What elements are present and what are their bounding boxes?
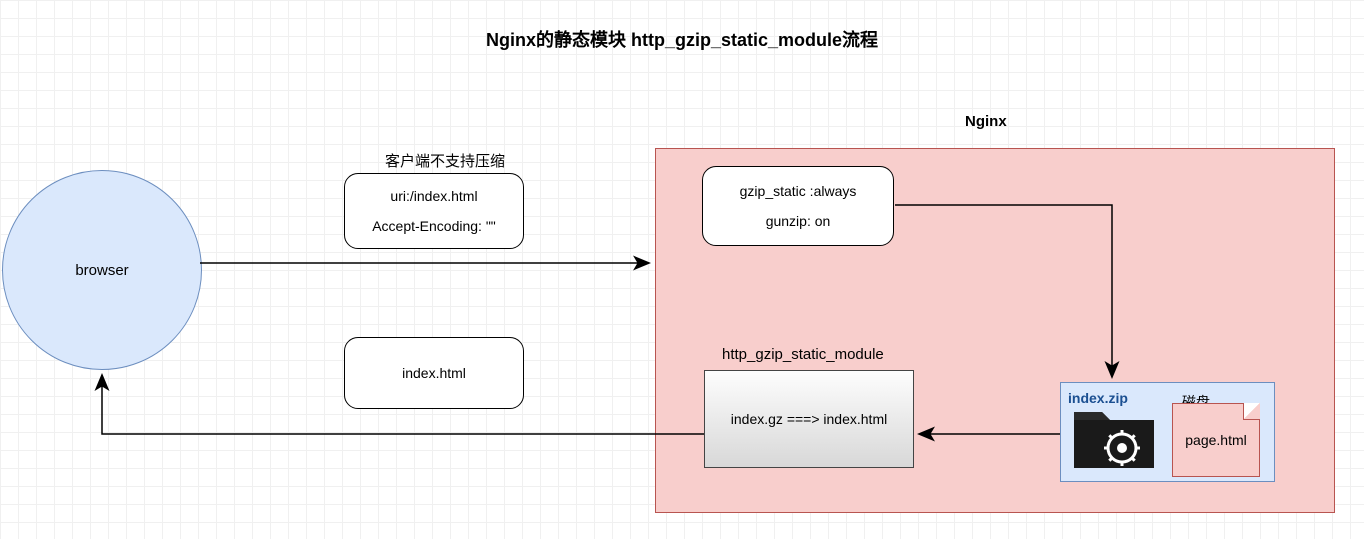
diagram-title: Nginx的静态模块 http_gzip_static_module流程 xyxy=(486,26,878,52)
request-uri: uri:/index.html xyxy=(390,188,477,204)
browser-label: browser xyxy=(75,262,128,279)
module-box: index.gz ===> index.html xyxy=(704,370,914,468)
folder-icon xyxy=(1072,400,1158,472)
client-note: 客户端不支持压缩 xyxy=(385,150,505,171)
config-gunzip: gunzip: on xyxy=(766,213,831,229)
nginx-label: Nginx xyxy=(965,113,1007,130)
config-gzip-static: gzip_static :always xyxy=(740,183,857,199)
page-file: page.html xyxy=(1172,403,1260,477)
request-box: uri:/index.html Accept-Encoding: "" xyxy=(344,173,524,249)
response-box: index.html xyxy=(344,337,524,409)
page-file-label: page.html xyxy=(1185,432,1246,448)
response-body: index.html xyxy=(402,365,466,381)
module-transform: index.gz ===> index.html xyxy=(731,411,887,427)
request-accept-encoding: Accept-Encoding: "" xyxy=(372,218,496,234)
browser-node: browser xyxy=(2,170,202,370)
config-box: gzip_static :always gunzip: on xyxy=(702,166,894,246)
module-name-label: http_gzip_static_module xyxy=(722,346,884,363)
